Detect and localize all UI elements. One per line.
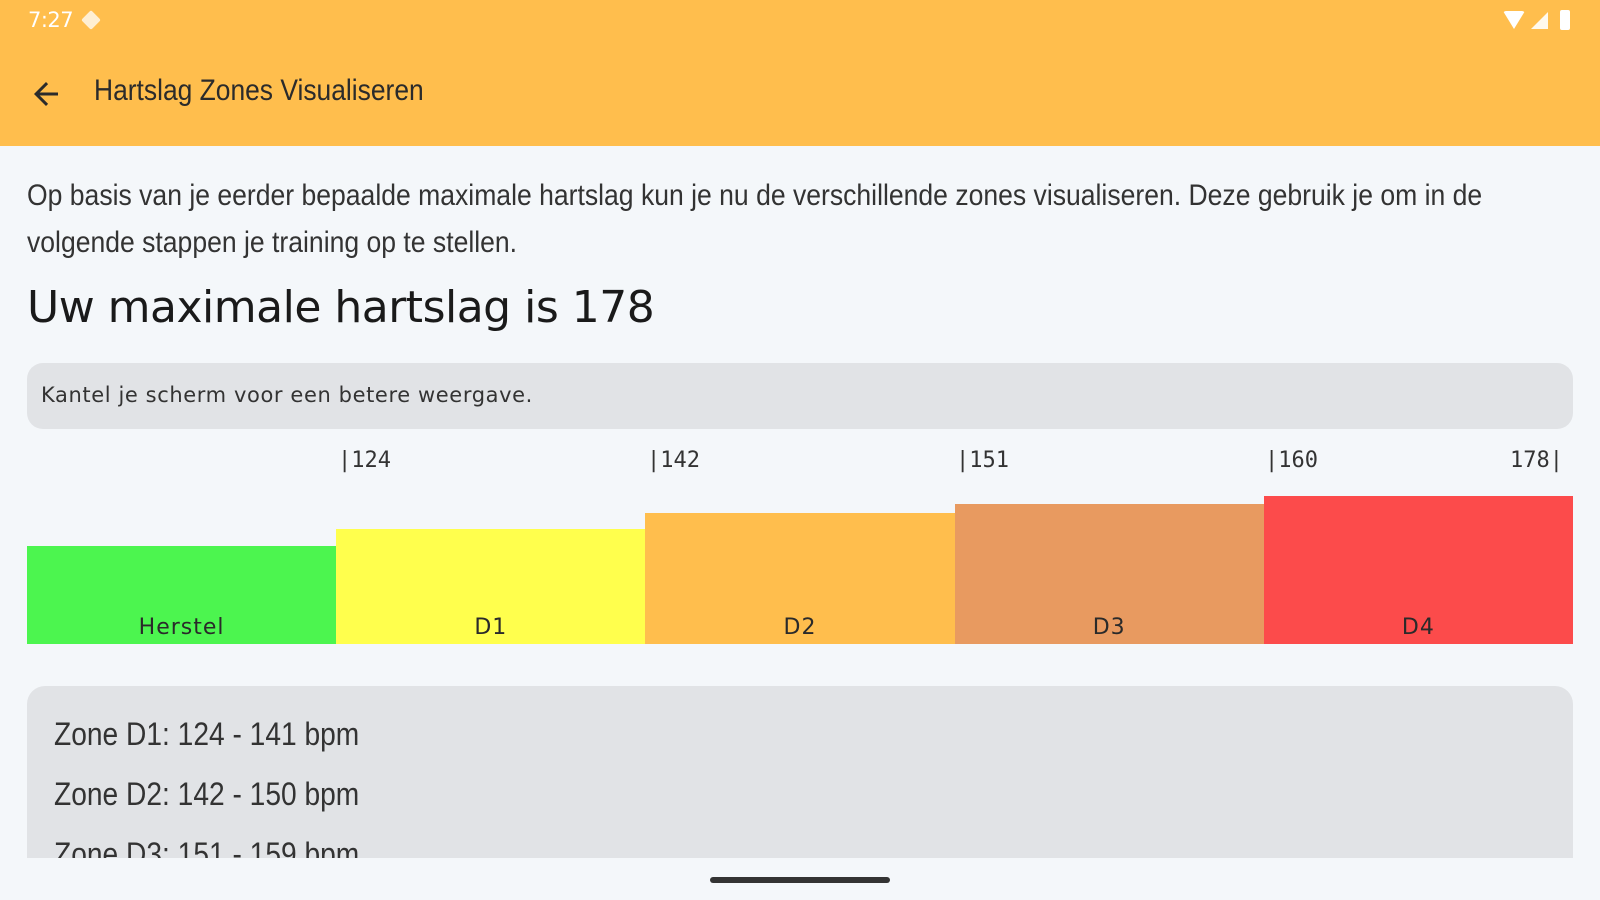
tick-label: |160 bbox=[1265, 448, 1318, 473]
status-icons bbox=[1503, 10, 1570, 30]
intro-text: Op basis van je eerder bepaalde maximale… bbox=[27, 179, 1483, 259]
battery-icon bbox=[1560, 10, 1570, 30]
zone-bar-label: D3 bbox=[1092, 615, 1126, 640]
cellular-signal-icon bbox=[1531, 11, 1548, 29]
rotate-tip-text: Kantel je scherm voor een betere weergav… bbox=[41, 383, 533, 407]
tick-label: |151 bbox=[956, 448, 1009, 473]
notification-icon bbox=[81, 10, 101, 30]
zone-bar-herstel: Herstel bbox=[27, 546, 337, 644]
system-nav-bar bbox=[0, 858, 1600, 900]
zone-boundary-ticks: |124 |142 |151 |160 178| bbox=[0, 448, 1600, 480]
status-time: 7:27 bbox=[28, 8, 74, 32]
page-title: Hartslag Zones Visualiseren bbox=[94, 74, 424, 107]
tick-label: |142 bbox=[647, 448, 700, 473]
zone-bar-d2: D2 bbox=[645, 513, 955, 644]
back-arrow-icon[interactable] bbox=[28, 76, 64, 112]
zone-bar-d1: D1 bbox=[336, 529, 646, 644]
app-bar: 7:27 Hartslag Zones Visualiseren bbox=[0, 0, 1600, 146]
zone-bar-label: Herstel bbox=[138, 615, 225, 640]
tick-label: 178| bbox=[1510, 448, 1563, 473]
zone-bar-label: D4 bbox=[1401, 615, 1435, 640]
zone-bar-label: D2 bbox=[783, 615, 817, 640]
screen: 7:27 Hartslag Zones Visualiseren Op basi… bbox=[0, 0, 1600, 900]
zone-bar-label: D1 bbox=[474, 615, 508, 640]
rotate-tip-banner: Kantel je scherm voor een betere weergav… bbox=[27, 363, 1573, 429]
zone-bar-d4: D4 bbox=[1263, 496, 1573, 644]
zone-line: Zone D2: 142 - 150 bpm bbox=[54, 776, 360, 812]
zone-bar-d3: D3 bbox=[954, 504, 1264, 644]
home-gesture-handle[interactable] bbox=[710, 877, 890, 883]
wifi-icon bbox=[1503, 11, 1525, 29]
zone-line: Zone D1: 124 - 141 bpm bbox=[54, 716, 360, 752]
max-heart-rate-heading: Uw maximale hartslag is 178 bbox=[27, 282, 655, 333]
tick-label: |124 bbox=[338, 448, 391, 473]
zones-list-card: Zone D1: 124 - 141 bpm Zone D2: 142 - 15… bbox=[27, 686, 1573, 866]
